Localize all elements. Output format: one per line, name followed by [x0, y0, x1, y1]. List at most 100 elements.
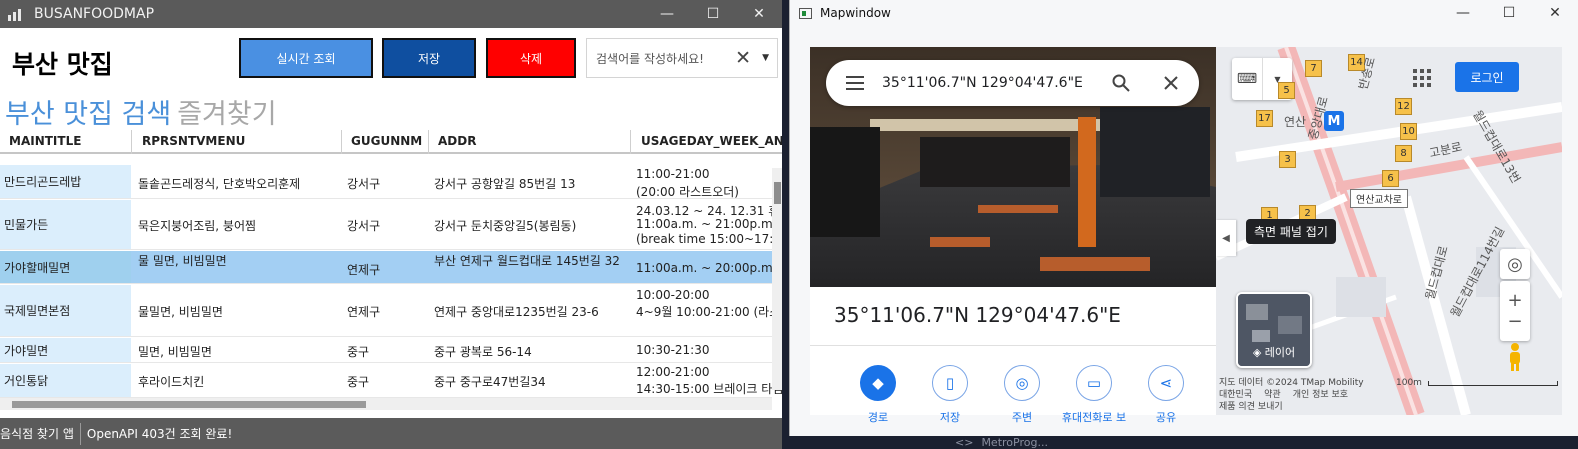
delete-button[interactable]: 삭제 — [486, 38, 576, 78]
keyboard-icon[interactable]: ⌨ — [1232, 71, 1262, 87]
column-header[interactable]: GUGUNNM — [351, 134, 422, 148]
bookmark-icon: ▯ — [932, 365, 968, 401]
login-button[interactable]: 로그인 — [1455, 62, 1519, 92]
side-panel: 35°11'06.7"N 129°04'47.6"E 35°11'06.7"N … — [810, 47, 1216, 424]
table-row[interactable]: 민물가든 묵은지붕어조림, 붕어찜 강서구 강서구 둔치중앙길5(봉림동) 24… — [0, 200, 782, 250]
title-bar[interactable]: Mapwindow — ☐ ✕ — [790, 0, 1578, 26]
restaurant-table: MAINTITLE RPRSNTVMENU GUGUNNM ADDR USAGE… — [0, 130, 782, 398]
table-row-selected[interactable]: 가야할매밀면 물 밀면, 비빔밀면 연제구 부산 연제구 월드컵대로 145번길… — [0, 251, 776, 284]
cell-usage: (20:00 라스트오더) — [636, 185, 739, 199]
poi-marker[interactable]: 17 — [1256, 110, 1273, 127]
close-button[interactable]: ✕ — [736, 0, 782, 28]
cell-maintitle: 가야밀면 — [0, 338, 131, 362]
column-header[interactable]: USAGEDAY_WEEK_AND — [641, 134, 782, 148]
directions-button[interactable]: ◆ 경로 — [842, 365, 914, 425]
cell-gugun: 강서구 — [347, 177, 381, 191]
cell-usage: 11:00a.m. ~ 21:00p.m. — [636, 217, 777, 231]
search-input[interactable]: 검색어를 작성하세요! — [596, 50, 704, 67]
app-title: 부산 맛집 — [12, 50, 113, 79]
cell-usage: 11:00-21:00 — [636, 167, 710, 181]
cell-addr: 강서구 둔치중앙길5(봉림동) — [434, 219, 577, 233]
map-search-bar[interactable]: 35°11'06.7"N 129°04'47.6"E — [826, 60, 1199, 106]
map-webview: 35°11'06.7"N 129°04'47.6"E 35°11'06.7"N … — [810, 47, 1562, 424]
cell-usage: (break time 15:00~17:00) — [636, 232, 782, 246]
search-combobox[interactable]: 검색어를 작성하세요! ✕ ▼ — [586, 38, 778, 78]
scroll-thumb[interactable] — [12, 401, 366, 408]
table-row[interactable]: 만드리곤드레밥 돌솥곤드레정식, 단호박오리훈제 강서구 강서구 공항앞길 85… — [0, 165, 772, 199]
my-location-button[interactable]: ◎ — [1500, 249, 1530, 279]
vertical-scrollbar[interactable] — [772, 168, 782, 390]
save-button[interactable]: 저장 — [382, 38, 476, 78]
zoom-controls: + − — [1500, 281, 1530, 341]
map-label-station: 연산 — [1284, 115, 1307, 129]
privacy-link[interactable]: 개인 정보 보호 — [1293, 390, 1348, 400]
nearby-button[interactable]: ◎ 주변 — [986, 365, 1058, 425]
horizontal-scrollbar[interactable] — [0, 398, 772, 410]
column-header[interactable]: MAINTITLE — [9, 134, 81, 148]
close-icon[interactable] — [1163, 75, 1179, 91]
layer-toggle[interactable]: ◈ 레이어 — [1236, 292, 1312, 368]
window-title: Mapwindow — [820, 6, 891, 20]
chevron-down-icon[interactable]: ▼ — [762, 53, 769, 63]
map-canvas[interactable]: ⌨ ▼ 로그인 7 14 5 17 12 10 3 8 6 1 2 M 연산 중앙… — [1216, 47, 1562, 415]
collapse-panel-button[interactable]: ◀ — [1216, 220, 1236, 256]
phone-icon: ▭ — [1076, 365, 1112, 401]
cell-usage: 11:00a.m. ~ 20:00p.m. — [636, 261, 777, 275]
poi-marker[interactable]: 3 — [1279, 151, 1296, 168]
title-bar[interactable]: BUSANFOODMAP — ☐ ✕ — [0, 0, 782, 28]
taskbar-fragment[interactable]: <> MetroProg... — [955, 436, 1115, 449]
close-button[interactable]: ✕ — [1532, 0, 1578, 26]
poi-marker[interactable]: 10 — [1400, 123, 1417, 140]
cell-maintitle: 만드리곤드레밥 — [0, 165, 131, 198]
cell-usage: 12:00-21:00 — [636, 365, 710, 379]
column-header[interactable]: ADDR — [438, 134, 476, 148]
save-place-button[interactable]: ▯ 저장 — [914, 365, 986, 425]
street-photo[interactable]: 35°11'06.7"N 129°04'47.6"E — [810, 47, 1216, 287]
terms-link[interactable]: 약관 — [1264, 390, 1281, 400]
table-row[interactable]: 거인통닭 후라이드치킨 중구 중구 중구로47번길34 12:00-21:00 … — [0, 364, 782, 398]
column-header[interactable]: RPRSNTVMENU — [142, 134, 245, 148]
apps-grid-icon[interactable] — [1413, 69, 1433, 87]
directions-icon: ◆ — [860, 365, 896, 401]
share-button[interactable]: ⋖ 공유 — [1130, 365, 1202, 425]
cell-gugun: 강서구 — [347, 219, 381, 233]
menu-icon[interactable] — [846, 76, 864, 90]
cell-usage: 4~9월 10:00-21:00 (라스트 — [636, 305, 782, 319]
poi-marker[interactable]: 5 — [1278, 82, 1295, 99]
cell-menu: 물밀면, 비빔밀면 — [138, 305, 223, 319]
window-title: BUSANFOODMAP — [34, 6, 155, 22]
window-app-icon — [799, 7, 812, 19]
scale-bar[interactable]: 100m — [1396, 378, 1558, 388]
cell-gugun: 연제구 — [347, 263, 381, 277]
tab-favorites[interactable]: 즐겨찾기 — [177, 99, 276, 130]
poi-marker[interactable]: 12 — [1395, 98, 1412, 115]
zoom-in-button[interactable]: + — [1507, 290, 1522, 311]
scroll-thumb[interactable] — [774, 182, 781, 204]
place-title: 35°11'06.7"N 129°04'47.6"E — [834, 303, 1121, 327]
send-to-phone-button[interactable]: ▭ 휴대전화로 보 — [1058, 365, 1130, 425]
live-query-button[interactable]: 실시간 조회 — [239, 38, 373, 78]
app-bar-chart-icon — [8, 7, 24, 21]
map-window: Mapwindow — ☐ ✕ 35°11'06.7"N 129°04'47.6… — [789, 0, 1578, 436]
pegman-icon[interactable] — [1504, 342, 1526, 372]
table-header: MAINTITLE RPRSNTVMENU GUGUNNM ADDR USAGE… — [0, 130, 782, 154]
poi-marker[interactable]: 7 — [1305, 60, 1322, 77]
maximize-button[interactable]: ☐ — [690, 0, 736, 28]
poi-marker[interactable]: 8 — [1395, 145, 1412, 162]
status-app-name: 음식점 찾기 앱 — [0, 427, 74, 441]
search-icon[interactable] — [1112, 74, 1130, 92]
code-icon: <> — [955, 436, 974, 449]
table-row[interactable]: 가야밀면 밀면, 비빔밀면 중구 중구 광복로 56-14 10:30-21:3… — [0, 338, 772, 363]
tab-search[interactable]: 부산 맛집 검색 — [5, 99, 171, 130]
feedback-link[interactable]: 제품 의견 보내기 — [1219, 401, 1364, 413]
table-row[interactable]: 국제밀면본점 물밀면, 비빔밀면 연제구 연제구 중앙대로1235번길 23-6… — [0, 285, 782, 337]
minimize-button[interactable]: — — [1440, 0, 1486, 26]
poi-marker[interactable]: 6 — [1382, 170, 1399, 187]
minimize-button[interactable]: — — [644, 0, 690, 28]
maximize-button[interactable]: ☐ — [1486, 0, 1532, 26]
clear-icon[interactable]: ✕ — [735, 47, 751, 69]
map-search-input[interactable]: 35°11'06.7"N 129°04'47.6"E — [882, 75, 1083, 91]
cell-gugun: 연제구 — [347, 305, 381, 319]
map-attribution: 지도 데이터 ©2024 TMap Mobility 대한민국 약관 개인 정보 보… — [1219, 378, 1364, 413]
zoom-out-button[interactable]: − — [1507, 311, 1522, 332]
